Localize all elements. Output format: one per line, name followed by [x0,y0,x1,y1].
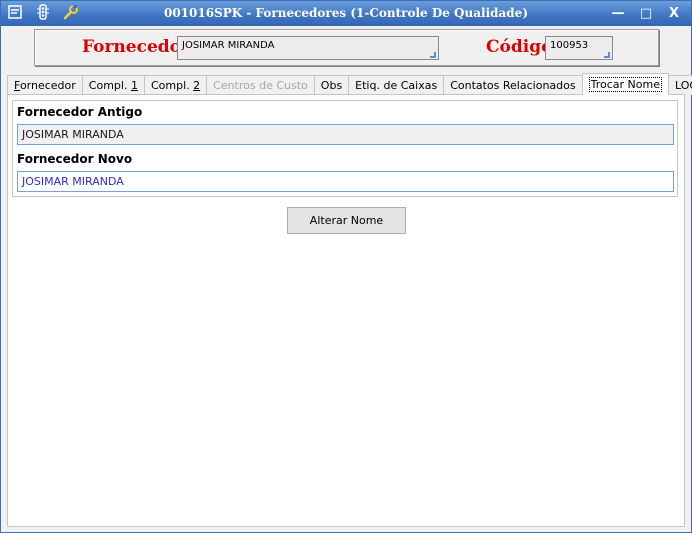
window-controls: — □ X [609,4,683,22]
new-supplier-input[interactable]: JOSIMAR MIRANDA [17,171,674,192]
codigo-label: Código [486,37,553,57]
fornecedor-lookup-field[interactable]: JOSIMAR MIRANDA [177,36,439,60]
tab-compl-2[interactable]: Compl. 2 [143,75,208,95]
title-bar[interactable]: 001016SPK - Fornecedores (1-Controle De … [1,1,691,26]
lookup-icon[interactable] [430,52,436,58]
fornecedor-value: JOSIMAR MIRANDA [182,40,275,51]
tab-contatos-relacionados[interactable]: Contatos Relacionados [443,75,583,95]
rename-button[interactable]: Alterar Nome [287,207,406,234]
fornecedor-label: Fornecedor [82,37,190,57]
tab-compl-1[interactable]: Compl. 1 [81,75,145,95]
minimize-button[interactable]: — [609,4,627,22]
close-button[interactable]: X [665,4,683,22]
maximize-button[interactable]: □ [637,4,655,22]
tab-log[interactable]: LOG [667,75,692,95]
tab-etiq-de-caixas[interactable]: Etiq. de Caixas [348,75,445,95]
tab-trocar-nome[interactable]: Trocar Nome [581,73,669,95]
tab-page-trocar-nome: Fornecedor Antigo JOSIMAR MIRANDA Fornec… [7,94,685,527]
tab-bar: Fornecedor Compl. 1 Compl. 2 Centros de … [7,73,692,95]
app-window: 001016SPK - Fornecedores (1-Controle De … [0,0,692,533]
window-title: 001016SPK - Fornecedores (1-Controle De … [163,6,528,20]
codigo-lookup-field[interactable]: 100953 [545,36,613,60]
tab-centros-de-custo: Centros de Custo [206,75,315,95]
old-supplier-label: Fornecedor Antigo [17,105,143,119]
header-panel: Fornecedor JOSIMAR MIRANDA Código 100953 [34,29,659,66]
tab-obs[interactable]: Obs [313,75,350,95]
tab-fornecedor[interactable]: Fornecedor [7,75,83,95]
old-supplier-field: JOSIMAR MIRANDA [17,124,674,145]
codigo-value: 100953 [550,40,589,51]
new-supplier-label: Fornecedor Novo [17,152,133,166]
rename-group: Fornecedor Antigo JOSIMAR MIRANDA Fornec… [12,100,678,197]
lookup-icon[interactable] [604,52,610,58]
